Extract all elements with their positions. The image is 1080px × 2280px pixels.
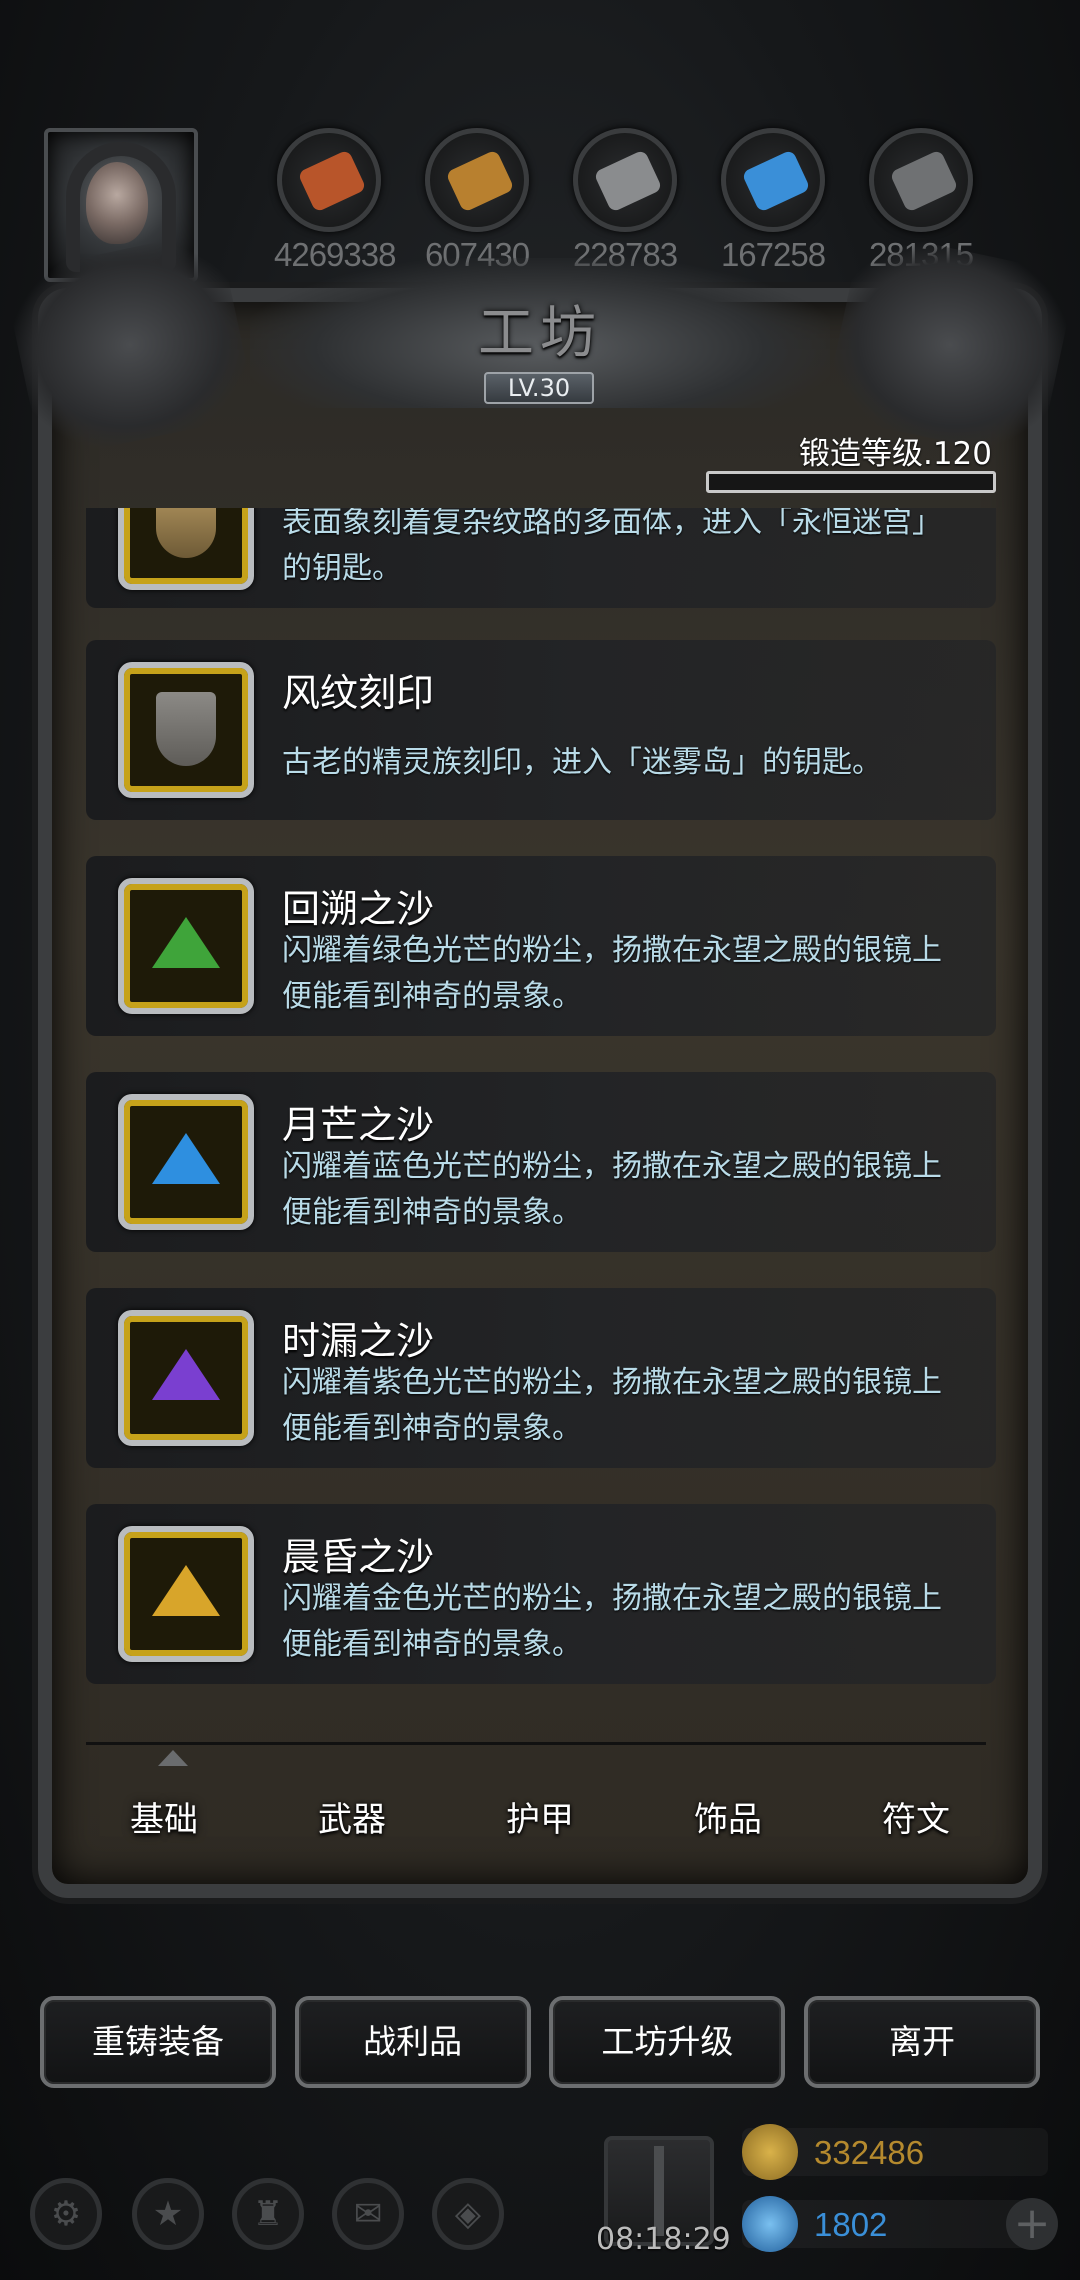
settings-icon[interactable]: ⚙ xyxy=(30,2178,102,2250)
gold-sand-icon xyxy=(118,1526,254,1662)
upgrade-workshop-button[interactable]: 工坊升级 xyxy=(549,1996,786,2088)
castle-icon[interactable]: ♜ xyxy=(232,2178,304,2250)
list-item[interactable]: 月芒之沙 闪耀着蓝色光芒的粉尘，扬撒在永望之殿的银镜上便能看到神奇的景象。 xyxy=(86,1072,996,1252)
resource-ore[interactable]: 4269338 xyxy=(274,128,396,274)
list-item[interactable]: 表面象刻着复杂纹路的多面体，进入「永恒迷宫」的钥匙。 xyxy=(86,508,996,608)
green-sand-icon xyxy=(118,878,254,1014)
tab-rune[interactable]: 符文 xyxy=(822,1790,1010,1850)
tab-basic[interactable]: 基础 xyxy=(70,1790,258,1850)
forge-level-bar xyxy=(706,471,996,493)
item-name: 风纹刻印 xyxy=(282,671,435,715)
wood-planks-icon xyxy=(425,128,529,232)
timer-label: 08:18:29 xyxy=(596,2222,731,2257)
item-desc: 闪耀着金色光芒的粉尘，扬撒在永望之殿的银镜上便能看到神奇的景象。 xyxy=(282,1581,942,1662)
gem-icon xyxy=(742,2196,798,2252)
star-icon[interactable]: ★ xyxy=(132,2178,204,2250)
list-item[interactable]: 风纹刻印 古老的精灵族刻印，进入「迷雾岛」的钥匙。 xyxy=(86,640,996,820)
level-badge: LV.30 xyxy=(484,372,594,404)
category-tabs: 基础 武器 护甲 饰品 符文 xyxy=(70,1790,1010,1850)
item-desc: 闪耀着紫色光芒的粉尘，扬撒在永望之殿的银镜上便能看到神奇的景象。 xyxy=(282,1365,942,1446)
item-desc: 表面象刻着复杂纹路的多面体，进入「永恒迷宫」的钥匙。 xyxy=(282,508,942,586)
item-name: 月芒之沙 xyxy=(282,1103,435,1147)
resource-wood[interactable]: 607430 xyxy=(422,128,532,274)
add-currency-button[interactable]: + xyxy=(1006,2198,1058,2250)
resource-crystal[interactable]: 167258 xyxy=(718,128,828,274)
loot-button[interactable]: 战利品 xyxy=(294,1996,531,2088)
item-name: 回溯之沙 xyxy=(282,887,435,931)
rune-shield-icon xyxy=(118,508,254,590)
cube-icon[interactable]: ◈ xyxy=(432,2178,504,2250)
item-desc: 闪耀着蓝色光芒的粉尘，扬撒在永望之殿的银镜上便能看到神奇的景象。 xyxy=(282,1149,942,1230)
ore-orb-icon xyxy=(277,128,381,232)
gem-currency: 1802 xyxy=(742,2196,1048,2252)
tab-accessory[interactable]: 饰品 xyxy=(634,1790,822,1850)
purple-sand-icon xyxy=(118,1310,254,1446)
blue-sand-icon xyxy=(118,1094,254,1230)
list-item[interactable]: 回溯之沙 闪耀着绿色光芒的粉尘，扬撒在永望之殿的银镜上便能看到神奇的景象。 xyxy=(86,856,996,1036)
crystal-icon xyxy=(721,128,825,232)
list-item[interactable]: 时漏之沙 闪耀着紫色光芒的粉尘，扬撒在永望之殿的银镜上便能看到神奇的景象。 xyxy=(86,1288,996,1468)
list-item[interactable]: 晨昏之沙 闪耀着金色光芒的粉尘，扬撒在永望之殿的银镜上便能看到神奇的景象。 xyxy=(86,1504,996,1684)
gold-currency: 332486 xyxy=(742,2124,1048,2180)
item-desc: 古老的精灵族刻印，进入「迷雾岛」的钥匙。 xyxy=(282,745,882,780)
tab-armor[interactable]: 护甲 xyxy=(446,1790,634,1850)
tab-divider xyxy=(86,1742,986,1745)
forge-level-label: 锻造等级.120 xyxy=(798,436,992,472)
item-desc: 闪耀着绿色光芒的粉尘，扬撒在永望之殿的银镜上便能看到神奇的景象。 xyxy=(282,933,942,1014)
panel-title: 工坊 xyxy=(478,301,602,366)
tab-weapon[interactable]: 武器 xyxy=(258,1790,446,1850)
iron-ingot-icon xyxy=(573,128,677,232)
gold-amount: 332486 xyxy=(814,2134,925,2171)
item-name: 晨昏之沙 xyxy=(282,1535,435,1579)
gold-coin-icon xyxy=(742,2124,798,2180)
mail-icon[interactable]: ✉ xyxy=(332,2178,404,2250)
item-name: 时漏之沙 xyxy=(282,1319,435,1363)
resource-iron[interactable]: 228783 xyxy=(570,128,680,274)
action-buttons: 重铸装备 战利品 工坊升级 离开 xyxy=(40,1996,1040,2088)
reforge-button[interactable]: 重铸装备 xyxy=(40,1996,276,2088)
wind-seal-icon xyxy=(118,662,254,798)
item-list[interactable]: 表面象刻着复杂纹路的多面体，进入「永恒迷宫」的钥匙。 风纹刻印 古老的精灵族刻印… xyxy=(86,508,996,1720)
steel-plate-icon xyxy=(869,128,973,232)
leave-button[interactable]: 离开 xyxy=(803,1996,1040,2088)
gem-amount: 1802 xyxy=(814,2206,888,2243)
avatar-face xyxy=(86,162,148,244)
